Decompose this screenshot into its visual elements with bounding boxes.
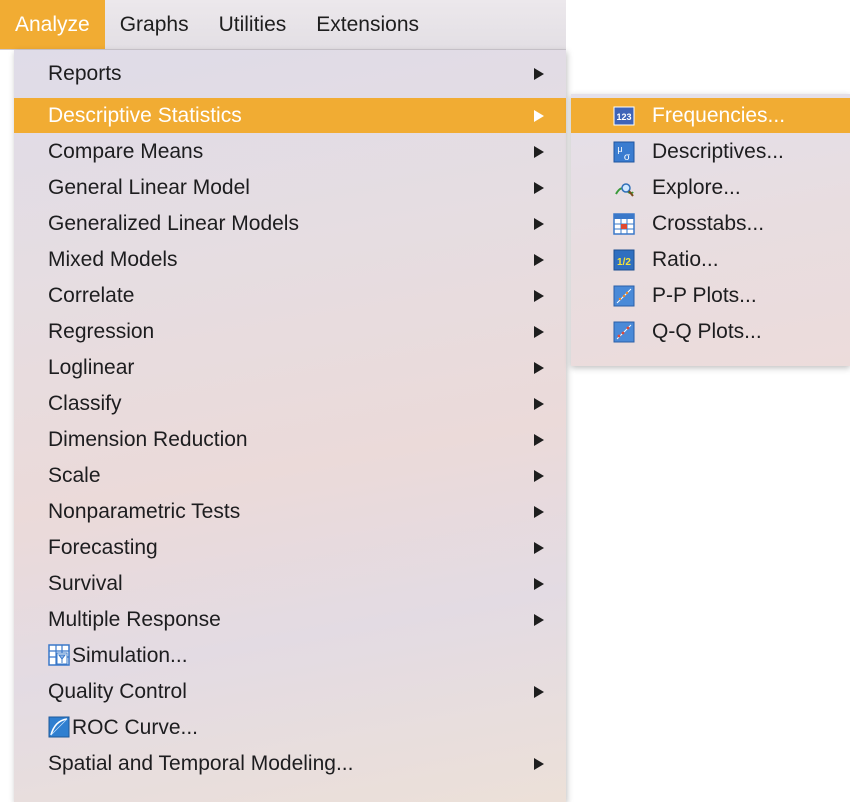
- submenu-item-label: Ratio...: [652, 248, 719, 271]
- submenu-arrow-icon: [534, 218, 544, 230]
- roc-curve-icon: [48, 716, 70, 738]
- descriptives-icon-text-mu: μ: [617, 144, 622, 154]
- submenu-item-descriptives[interactable]: μ σ Descriptives...: [571, 134, 850, 169]
- menu-item-label: Regression: [48, 320, 155, 343]
- menu-item-label: Simulation...: [72, 644, 188, 667]
- menu-item-label: Nonparametric Tests: [48, 500, 241, 523]
- menu-item-label: Correlate: [48, 284, 135, 307]
- menu-item-spatial-temporal-modeling[interactable]: Spatial and Temporal Modeling...: [14, 746, 566, 781]
- submenu-item-crosstabs[interactable]: Crosstabs...: [571, 206, 850, 241]
- menu-item-correlate[interactable]: Correlate: [14, 278, 566, 313]
- menu-item-mixed-models[interactable]: Mixed Models: [14, 242, 566, 277]
- menu-item-regression[interactable]: Regression: [14, 314, 566, 349]
- menu-item-classify[interactable]: Classify: [14, 386, 566, 421]
- frequencies-icon-text: 123: [616, 112, 631, 122]
- submenu-arrow-icon: [534, 182, 544, 194]
- menu-item-compare-means[interactable]: Compare Means: [14, 134, 566, 169]
- submenu-arrow-icon: [534, 470, 544, 482]
- crosstabs-icon: [613, 213, 635, 235]
- menu-bar: Analyze Graphs Utilities Extensions: [0, 0, 566, 50]
- submenu-arrow-icon: [534, 578, 544, 590]
- submenu-item-label: Crosstabs...: [652, 212, 765, 235]
- menu-item-quality-control[interactable]: Quality Control: [14, 674, 566, 709]
- menu-item-label: Survival: [48, 572, 123, 595]
- simulation-icon: [48, 644, 70, 666]
- submenu-arrow-icon: [534, 758, 544, 770]
- descriptives-icon: μ σ: [613, 141, 635, 163]
- descriptive-statistics-submenu: 123 Frequencies... μ σ Descriptives... E…: [571, 94, 850, 366]
- analyze-dropdown-menu: Reports Descriptive Statistics Compare M…: [14, 50, 566, 802]
- menu-item-roc-curve[interactable]: ROC Curve...: [14, 710, 566, 745]
- submenu-item-frequencies[interactable]: 123 Frequencies...: [571, 98, 850, 133]
- frequencies-icon: 123: [613, 106, 635, 126]
- menu-item-label: Compare Means: [48, 140, 204, 163]
- menu-item-loglinear[interactable]: Loglinear: [14, 350, 566, 385]
- menu-item-generalized-linear-models[interactable]: Generalized Linear Models: [14, 206, 566, 241]
- menu-item-survival[interactable]: Survival: [14, 566, 566, 601]
- menu-graphs[interactable]: Graphs: [105, 0, 204, 49]
- submenu-arrow-icon: [534, 362, 544, 374]
- menu-item-forecasting[interactable]: Forecasting: [14, 530, 566, 565]
- submenu-arrow-icon: [534, 68, 544, 80]
- submenu-item-ratio[interactable]: 1/2 Ratio...: [571, 242, 850, 277]
- submenu-arrow-icon: [534, 506, 544, 518]
- app-window: Analyze Graphs Utilities Extensions Repo…: [0, 0, 850, 802]
- submenu-item-label: Q-Q Plots...: [652, 320, 762, 343]
- menu-item-descriptive-statistics[interactable]: Descriptive Statistics: [14, 98, 566, 133]
- descriptives-icon-text-sigma: σ: [624, 152, 631, 163]
- menu-item-label: Multiple Response: [48, 608, 221, 631]
- ratio-icon: 1/2: [613, 249, 635, 271]
- submenu-item-pp-plots[interactable]: P-P Plots...: [571, 278, 850, 313]
- explore-icon: [615, 183, 634, 197]
- menu-item-label: Dimension Reduction: [48, 428, 248, 451]
- menu-item-label: Reports: [48, 62, 122, 85]
- submenu-arrow-icon: [534, 614, 544, 626]
- menu-item-label: Mixed Models: [48, 248, 178, 271]
- pp-plots-icon: [613, 285, 635, 307]
- menu-item-general-linear-model[interactable]: General Linear Model: [14, 170, 566, 205]
- menu-item-label: Generalized Linear Models: [48, 212, 299, 235]
- menu-item-label: ROC Curve...: [72, 716, 199, 739]
- menu-item-label: Spatial and Temporal Modeling...: [48, 752, 354, 775]
- menu-analyze[interactable]: Analyze: [0, 0, 105, 49]
- submenu-item-explore[interactable]: Explore...: [571, 170, 850, 205]
- submenu-arrow-icon: [534, 290, 544, 302]
- submenu-item-qq-plots[interactable]: Q-Q Plots...: [571, 314, 850, 349]
- submenu-item-label: Descriptives...: [652, 140, 784, 163]
- submenu-arrow-icon: [534, 542, 544, 554]
- menu-item-label: Descriptive Statistics: [48, 104, 242, 127]
- qq-plots-icon: [613, 321, 635, 343]
- menu-item-nonparametric-tests[interactable]: Nonparametric Tests: [14, 494, 566, 529]
- menu-item-scale[interactable]: Scale: [14, 458, 566, 493]
- submenu-arrow-icon: [534, 398, 544, 410]
- submenu-arrow-icon: [534, 326, 544, 338]
- menu-item-simulation[interactable]: Simulation...: [14, 638, 566, 673]
- submenu-arrow-icon: [534, 254, 544, 266]
- ratio-icon-text: 1/2: [617, 257, 631, 268]
- submenu-item-label: Frequencies...: [652, 104, 786, 127]
- menu-item-dimension-reduction[interactable]: Dimension Reduction: [14, 422, 566, 457]
- menu-utilities[interactable]: Utilities: [204, 0, 302, 49]
- submenu-arrow-icon: [534, 110, 544, 122]
- submenu-arrow-icon: [534, 146, 544, 158]
- menu-item-label: Scale: [48, 464, 101, 487]
- submenu-arrow-icon: [534, 686, 544, 698]
- submenu-arrow-icon: [534, 434, 544, 446]
- menu-item-reports[interactable]: Reports: [14, 56, 566, 91]
- menu-extensions[interactable]: Extensions: [301, 0, 434, 49]
- menu-item-label: Classify: [48, 392, 122, 415]
- menu-item-multiple-response[interactable]: Multiple Response: [14, 602, 566, 637]
- menu-item-label: Forecasting: [48, 536, 158, 559]
- menu-item-label: Quality Control: [48, 680, 187, 703]
- submenu-item-label: Explore...: [652, 176, 741, 199]
- submenu-item-label: P-P Plots...: [652, 284, 757, 307]
- menu-item-label: General Linear Model: [48, 176, 250, 199]
- menu-item-label: Loglinear: [48, 356, 135, 379]
